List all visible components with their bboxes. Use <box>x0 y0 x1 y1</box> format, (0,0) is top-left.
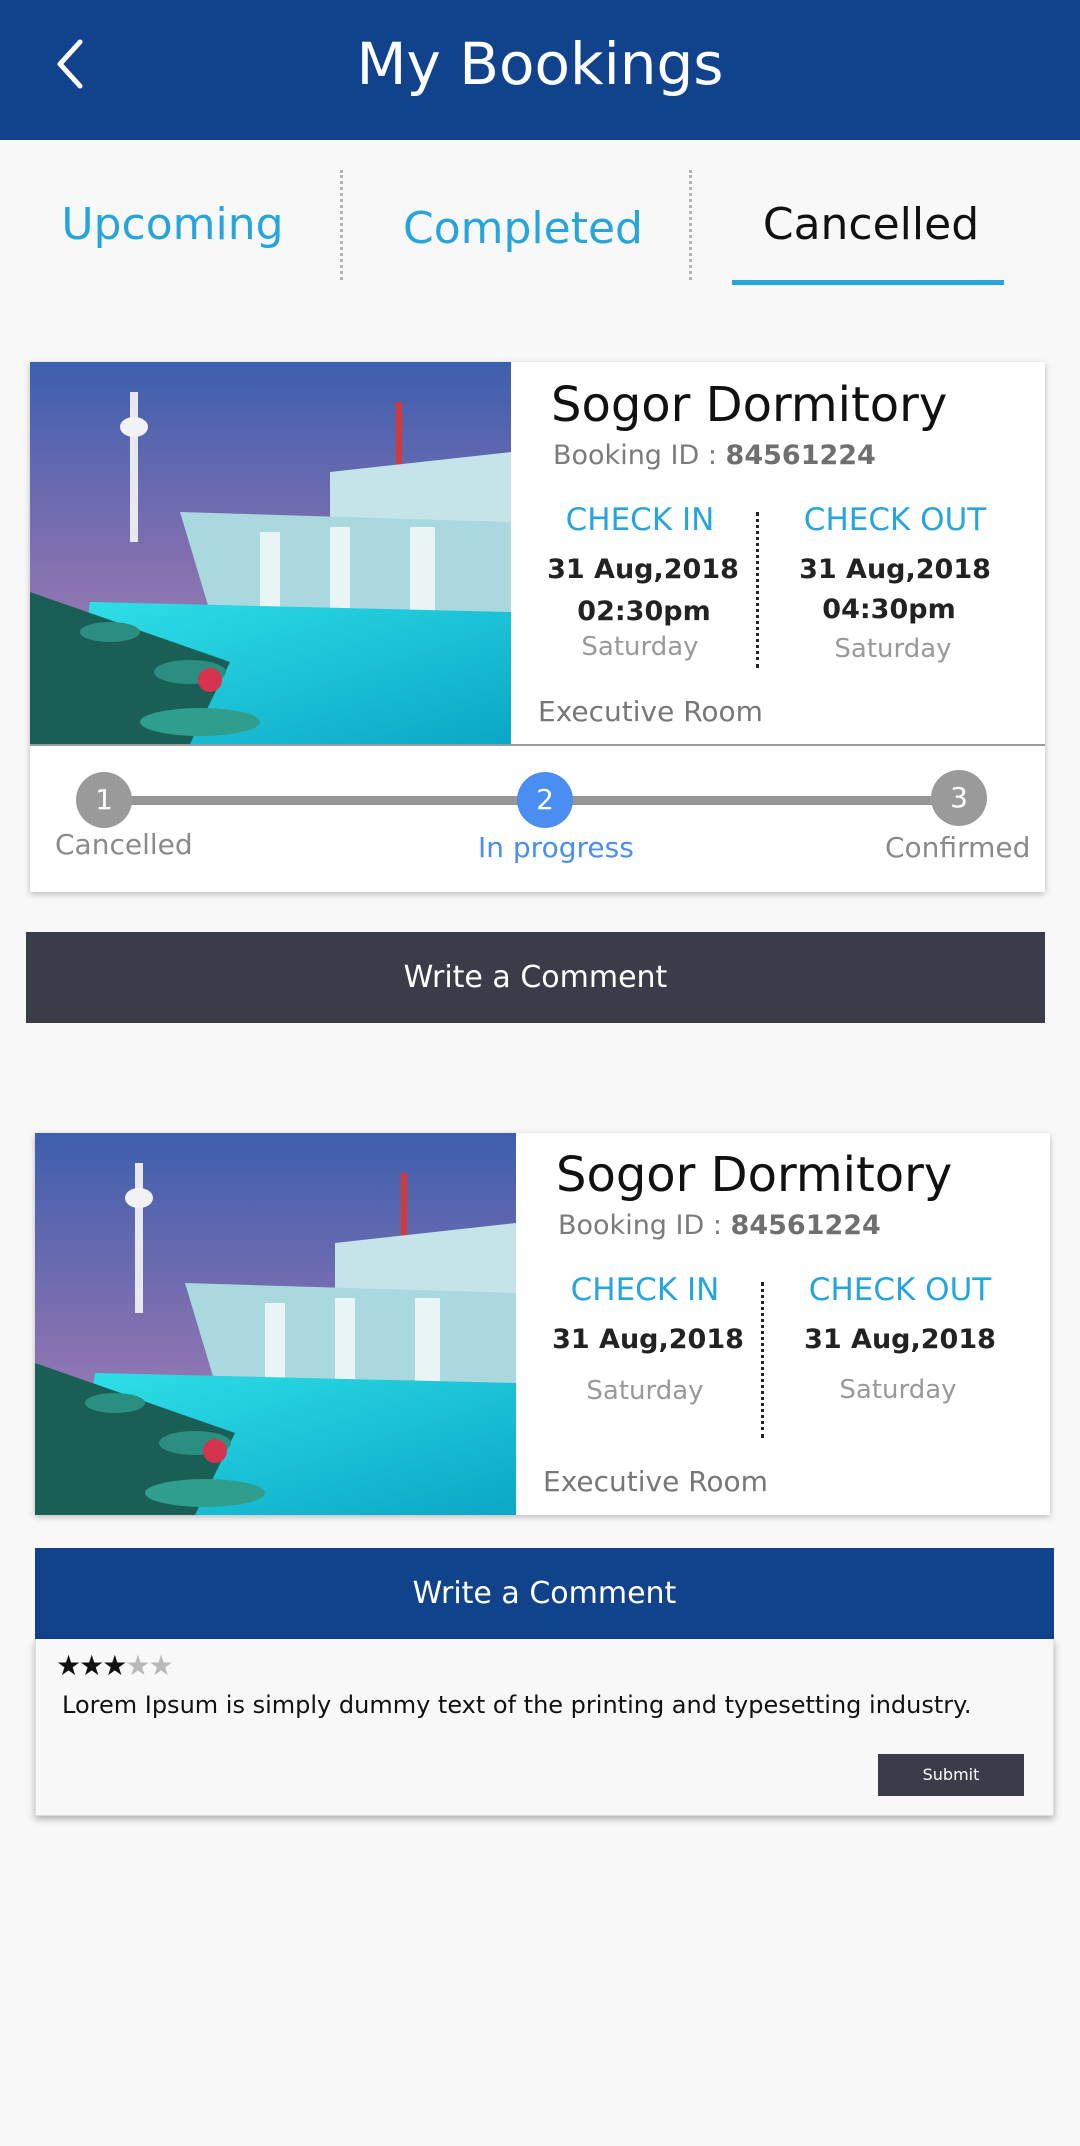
star-filled-icon[interactable]: ★ <box>56 1649 81 1682</box>
step-label-cancelled: Cancelled <box>55 828 193 861</box>
page-title: My Bookings <box>356 30 724 98</box>
booking-card[interactable]: Sogor Dormitory Booking ID : 84561224 CH… <box>30 362 1045 892</box>
check-out-time: 04:30pm <box>822 594 956 625</box>
check-in-time: 02:30pm <box>577 596 711 627</box>
tab-cancelled[interactable]: Cancelled <box>746 190 996 260</box>
check-in-day: Saturday <box>586 1376 704 1406</box>
booking-card[interactable]: Sogor Dormitory Booking ID : 84561224 CH… <box>35 1133 1050 1515</box>
check-out-label: CHECK OUT <box>803 502 987 538</box>
check-divider <box>761 1282 764 1438</box>
check-out-label: CHECK OUT <box>808 1272 992 1308</box>
check-in-date: 31 Aug,2018 <box>552 1324 744 1355</box>
step-label-in-progress: In progress <box>478 831 634 864</box>
room-type: Executive Room <box>538 695 763 728</box>
booking-id: Booking ID : 84561224 <box>553 440 876 471</box>
star-empty-icon[interactable]: ★ <box>148 1649 173 1682</box>
star-filled-icon[interactable]: ★ <box>79 1649 104 1682</box>
tab-separator <box>689 170 692 280</box>
check-in-label: CHECK IN <box>570 1272 720 1308</box>
booking-id: Booking ID : 84561224 <box>558 1210 881 1241</box>
progress-step-1: 1 <box>76 772 132 828</box>
write-comment-button[interactable]: Write a Comment <box>26 932 1045 1023</box>
hotel-pool-image <box>35 1133 516 1515</box>
progress-step-2: 2 <box>517 772 573 828</box>
check-out-day: Saturday <box>839 1375 957 1405</box>
progress-step-3: 3 <box>931 770 987 826</box>
star-filled-icon[interactable]: ★ <box>102 1649 127 1682</box>
check-in-day: Saturday <box>581 632 699 662</box>
comment-form: ★★★★★ Lorem Ipsum is simply dummy text o… <box>35 1639 1054 1816</box>
check-out-day: Saturday <box>834 634 952 664</box>
star-empty-icon[interactable]: ★ <box>125 1649 150 1682</box>
check-out-date: 31 Aug,2018 <box>804 1324 996 1355</box>
hotel-name: Sogor Dormitory <box>556 1147 953 1203</box>
hotel-pool-image <box>30 362 511 744</box>
write-comment-button[interactable]: Write a Comment <box>35 1548 1054 1639</box>
hotel-name: Sogor Dormitory <box>551 377 948 433</box>
booking-progress: 1 2 3 Cancelled In progress Confirmed <box>30 744 1045 892</box>
star-rating[interactable]: ★★★★★ <box>56 1649 174 1682</box>
submit-button[interactable]: Submit <box>878 1754 1024 1796</box>
tab-separator <box>340 170 343 280</box>
tab-completed[interactable]: Completed <box>396 194 650 264</box>
app-header: My Bookings <box>0 0 1080 140</box>
check-divider <box>756 512 759 668</box>
tab-upcoming[interactable]: Upcoming <box>50 190 295 260</box>
comment-text[interactable]: Lorem Ipsum is simply dummy text of the … <box>62 1691 972 1719</box>
room-type: Executive Room <box>543 1465 768 1498</box>
check-out-date: 31 Aug,2018 <box>799 554 991 585</box>
active-tab-indicator <box>732 280 1004 285</box>
step-label-confirmed: Confirmed <box>885 831 1031 864</box>
check-in-date: 31 Aug,2018 <box>547 554 739 585</box>
check-in-label: CHECK IN <box>565 502 715 538</box>
